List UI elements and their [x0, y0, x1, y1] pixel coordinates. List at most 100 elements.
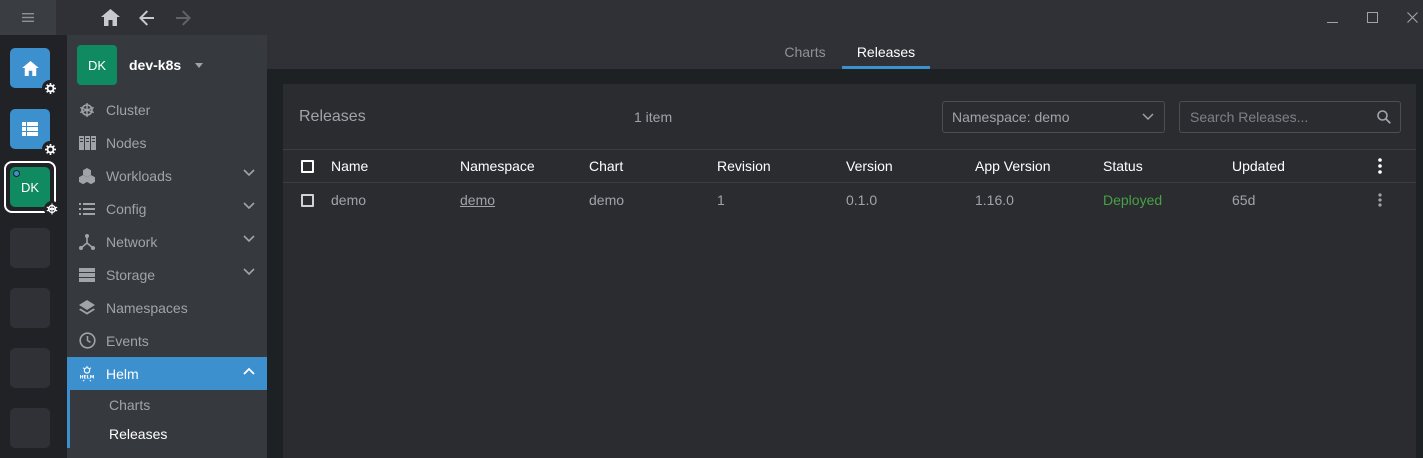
namespace-select[interactable]: Namespace: demo [942, 101, 1165, 133]
table-header: Name Namespace Chart Revision Version Ap… [283, 149, 1416, 183]
chevron-down-icon [243, 202, 255, 210]
cluster-avatar: DK [77, 45, 117, 85]
layers-icon [78, 299, 96, 317]
namespace-select-value: Namespace: demo [952, 109, 1070, 125]
kubernetes-wheel-icon [46, 203, 58, 215]
sidebar-subitem-label: Charts [109, 396, 151, 413]
table-row[interactable]: demo demo demo 1 0.1.0 1.16.0 Deployed 6… [283, 183, 1416, 217]
cluster-avatar: DK [10, 167, 50, 207]
cluster-initials: DK [20, 179, 40, 195]
maximize-button[interactable] [1350, 0, 1394, 35]
chevron-down-icon [243, 268, 255, 276]
row-menu-icon[interactable] [1370, 183, 1390, 217]
tab-label: Releases [856, 44, 916, 60]
status-badge: Deployed [1103, 192, 1163, 208]
hotbar-slot[interactable] [10, 348, 50, 388]
home-icon [21, 60, 39, 76]
menu-button[interactable] [0, 0, 56, 35]
column-header-chart[interactable]: Chart [589, 150, 623, 182]
kubernetes-badge [44, 201, 60, 217]
hotbar: DK [0, 35, 67, 458]
close-icon [1406, 12, 1418, 23]
row-checkbox[interactable] [301, 183, 314, 217]
minimize-icon [1326, 22, 1338, 23]
column-header-app-version[interactable]: App Version [975, 150, 1051, 182]
caret-down-icon [195, 62, 204, 68]
chevron-down-icon [1142, 113, 1154, 121]
sidebar-item-network[interactable]: Network [67, 225, 267, 258]
list-icon [78, 200, 96, 218]
search-input[interactable] [1180, 102, 1370, 132]
hotbar-slot[interactable] [10, 408, 50, 448]
hotbar-active-cluster[interactable]: DK [4, 161, 60, 217]
nodes-icon [78, 134, 96, 152]
sidebar-item-workloads[interactable]: Workloads [67, 159, 267, 192]
releases-panel: Releases 1 item Namespace: demo Name Nam… [283, 84, 1416, 458]
gear-badge [42, 80, 58, 96]
home-icon [100, 9, 120, 26]
hotbar-home[interactable] [10, 48, 58, 96]
sidebar-item-config[interactable]: Config [67, 192, 267, 225]
hotbar-slot[interactable] [10, 288, 50, 328]
tab-releases[interactable]: Releases [842, 35, 930, 69]
close-button[interactable] [1390, 0, 1423, 35]
sidebar-item-label: Events [106, 332, 149, 349]
search-icon[interactable] [1377, 110, 1391, 124]
kubernetes-wheel-icon [78, 101, 96, 119]
hotbar-slot[interactable] [10, 228, 50, 268]
sidebar-subitem-label: Releases [109, 425, 168, 442]
sidebar-item-cluster[interactable]: Cluster [67, 93, 267, 126]
sidebar: DK dev-k8s Cluster Nodes Workloads Confi… [67, 35, 267, 458]
sidebar-subitem-releases[interactable]: Releases [67, 419, 267, 448]
release-app-version: 1.16.0 [975, 192, 1014, 208]
sidebar-item-label: Config [106, 200, 147, 217]
sidebar-item-namespaces[interactable]: Namespaces [67, 291, 267, 324]
sidebar-item-nodes[interactable]: Nodes [67, 126, 267, 159]
release-namespace-link[interactable]: demo [460, 183, 495, 217]
select-all-checkbox[interactable] [301, 150, 314, 182]
release-chart: demo [589, 192, 625, 208]
column-header-name[interactable]: Name [331, 150, 368, 182]
sidebar-item-storage[interactable]: Storage [67, 258, 267, 291]
column-header-updated[interactable]: Updated [1232, 150, 1285, 182]
gear-badge [42, 141, 58, 157]
maximize-icon [1366, 12, 1378, 23]
title-bar [0, 0, 1423, 35]
status-dot [13, 170, 20, 177]
tab-charts[interactable]: Charts [775, 35, 835, 69]
item-count: 1 item [634, 109, 673, 125]
sidebar-item-label: Network [106, 233, 158, 250]
hotbar-catalog[interactable] [10, 109, 58, 157]
tab-label: Charts [784, 44, 826, 60]
columns-menu-icon[interactable] [1370, 150, 1390, 182]
sidebar-item-helm[interactable]: HELM Helm [67, 357, 267, 390]
cluster-switcher[interactable]: DK dev-k8s [77, 45, 204, 85]
minimize-button[interactable] [1310, 0, 1354, 35]
sidebar-item-label: Namespaces [106, 299, 188, 316]
sidebar-subitem-charts[interactable]: Charts [67, 390, 267, 419]
chevron-down-icon [243, 235, 255, 243]
search-box [1179, 101, 1401, 133]
column-header-version[interactable]: Version [846, 150, 893, 182]
sidebar-item-label: Cluster [106, 101, 151, 118]
gear-icon [44, 143, 56, 155]
sidebar-item-label: Helm [106, 365, 139, 382]
home-button[interactable] [94, 0, 126, 35]
sidebar-item-events[interactable]: Events [67, 324, 267, 357]
page-title: Releases [299, 108, 366, 125]
clock-icon [78, 332, 96, 350]
arrow-left-icon [139, 9, 154, 26]
column-header-revision[interactable]: Revision [717, 150, 771, 182]
back-button[interactable] [131, 0, 163, 35]
forward-button[interactable] [167, 0, 199, 35]
sidebar-item-label: Workloads [106, 167, 172, 184]
gear-icon [44, 82, 56, 94]
workloads-icon [78, 167, 96, 185]
helm-icon: HELM [78, 365, 96, 383]
chevron-up-icon [243, 367, 255, 375]
hamburger-icon [22, 13, 34, 22]
column-header-status[interactable]: Status [1103, 150, 1143, 182]
column-header-namespace[interactable]: Namespace [460, 150, 535, 182]
arrow-right-icon [176, 9, 191, 26]
storage-icon [78, 266, 96, 284]
